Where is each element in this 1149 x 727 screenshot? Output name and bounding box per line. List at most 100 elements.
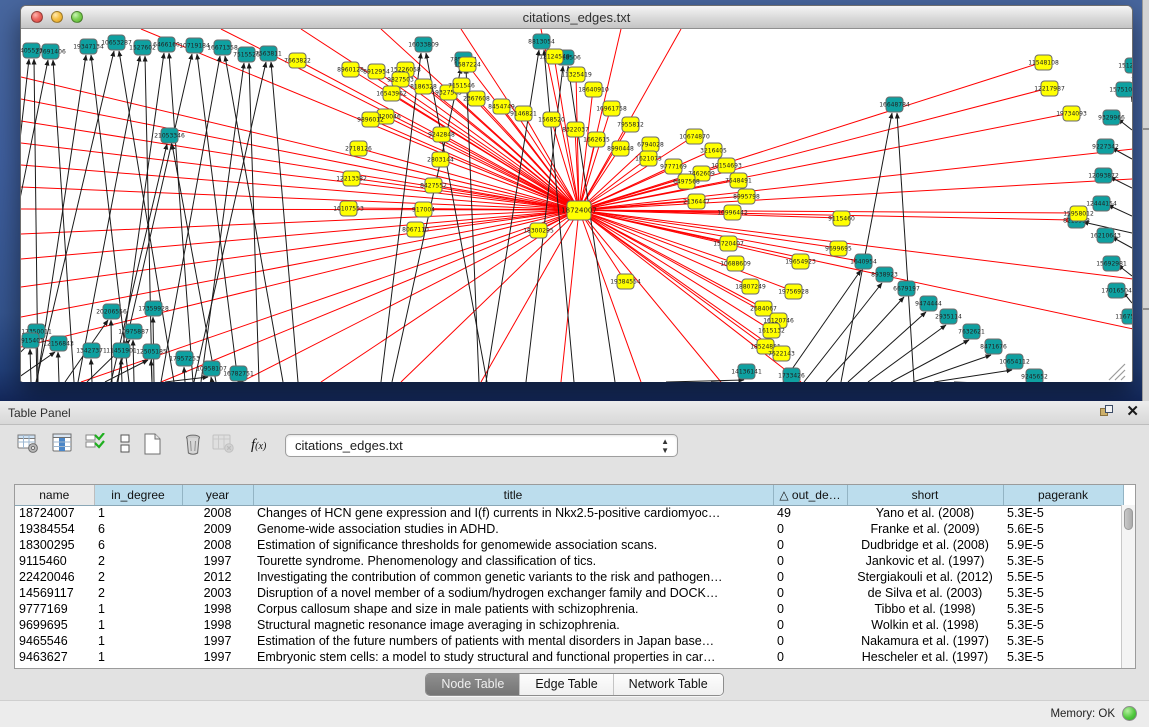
cell-title[interactable]: Investigating the contribution of common…: [253, 569, 773, 585]
column-header-in_degree[interactable]: in_degree: [94, 485, 182, 505]
graph-node[interactable]: 8471676: [980, 339, 1007, 354]
graph-node[interactable]: 12217987: [1034, 81, 1065, 96]
cell-pagerank[interactable]: 5.6E-5: [1003, 521, 1123, 537]
cell-pagerank[interactable]: 5.3E-5: [1003, 553, 1123, 569]
network-window-titlebar[interactable]: citations_edges.txt: [21, 6, 1132, 29]
graph-node[interactable]: 16107553: [333, 201, 364, 216]
table-row[interactable]: 1830029562008Estimation of significance …: [15, 537, 1123, 553]
row-height-icon[interactable]: [120, 433, 132, 460]
cell-short[interactable]: Tibbo et al. (1998): [847, 601, 1003, 617]
column-header-short[interactable]: short: [847, 485, 1003, 505]
new-column-icon[interactable]: [143, 433, 163, 461]
graph-node[interactable]: 1621075: [635, 151, 662, 166]
cell-in_degree[interactable]: 1: [94, 649, 182, 665]
graph-node[interactable]: 2718126: [345, 141, 372, 156]
cell-pagerank[interactable]: 5.9E-5: [1003, 537, 1123, 553]
cell-out_de[interactable]: 0: [773, 601, 847, 617]
graph-node[interactable]: 16648784: [879, 97, 910, 112]
graph-node[interactable]: 6679197: [893, 281, 920, 296]
cell-name[interactable]: 9465546: [15, 633, 94, 649]
graph-node[interactable]: 17359928: [138, 301, 169, 316]
graph-node[interactable]: 1662615: [583, 132, 610, 147]
cell-title[interactable]: Changes of HCN gene expression and I(f) …: [253, 505, 773, 521]
cell-title[interactable]: Embryonic stem cells: a model to study s…: [253, 649, 773, 665]
cell-in_degree[interactable]: 6: [94, 537, 182, 553]
graph-node[interactable]: 17957253: [169, 351, 200, 366]
table-vertical-scrollbar[interactable]: [1121, 505, 1135, 669]
graph-node[interactable]: 9245652: [1021, 369, 1048, 382]
graph-node[interactable]: 12156843: [43, 336, 74, 351]
table-selector-dropdown[interactable]: citations_edges.txt ▲▼: [285, 434, 678, 457]
graph-node[interactable]: 10674870: [679, 129, 710, 144]
table-row[interactable]: 1938455462009Genome-wide association stu…: [15, 521, 1123, 537]
graph-node[interactable]: 19756928: [778, 284, 809, 299]
float-panel-icon[interactable]: [1100, 405, 1114, 419]
cell-out_de[interactable]: 0: [773, 521, 847, 537]
graph-node[interactable]: 10719184: [179, 38, 210, 53]
graph-node[interactable]: 16782751: [223, 366, 254, 381]
tab-node-table[interactable]: Node Table: [426, 674, 519, 695]
graph-node[interactable]: 11675309: [1115, 309, 1132, 324]
graph-node[interactable]: 16033809: [408, 37, 439, 52]
column-header-name[interactable]: name: [15, 485, 94, 505]
tab-edge-table[interactable]: Edge Table: [519, 674, 612, 695]
cell-title[interactable]: Corpus callosum shape and size in male p…: [253, 601, 773, 617]
cell-title[interactable]: Disruption of a novel member of a sodium…: [253, 585, 773, 601]
graph-node[interactable]: 3216405: [700, 143, 727, 158]
cell-title[interactable]: Estimation of significance thresholds fo…: [253, 537, 773, 553]
graph-node[interactable]: 9474444: [915, 296, 942, 311]
column-visibility-icon[interactable]: [52, 433, 73, 459]
cell-year[interactable]: 2008: [182, 505, 253, 521]
graph-node[interactable]: 11451901: [106, 343, 137, 358]
graph-node[interactable]: 15751074: [1109, 82, 1132, 97]
cell-year[interactable]: 2003: [182, 585, 253, 601]
graph-node[interactable]: 19654923: [785, 254, 816, 269]
table-row[interactable]: 911546021997Tourette syndrome. Phenomeno…: [15, 553, 1123, 569]
cell-out_de[interactable]: 0: [773, 585, 847, 601]
graph-node[interactable]: 19384554: [610, 274, 641, 289]
cell-name[interactable]: 9115460: [15, 553, 94, 569]
cell-year[interactable]: 1997: [182, 649, 253, 665]
graph-node[interactable]: 1527602: [129, 40, 156, 55]
table-settings-icon[interactable]: [17, 433, 40, 459]
graph-node[interactable]: 6794028: [637, 137, 664, 152]
cell-pagerank[interactable]: 5.3E-5: [1003, 649, 1123, 665]
graph-node[interactable]: 19347134: [73, 39, 104, 54]
cell-name[interactable]: 22420046: [15, 569, 94, 585]
cell-short[interactable]: Dudbridge et al. (2008): [847, 537, 1003, 553]
cell-in_degree[interactable]: 1: [94, 601, 182, 617]
table-row[interactable]: 946554611997Estimation of the future num…: [15, 633, 1123, 649]
function-builder-icon[interactable]: f(x): [251, 437, 266, 454]
graph-node[interactable]: 9227342: [1092, 139, 1119, 154]
graph-node[interactable]: 10653287: [101, 35, 132, 50]
column-header-out_de[interactable]: △ out_de…: [773, 485, 847, 505]
cell-name[interactable]: 18300295: [15, 537, 94, 553]
cell-pagerank[interactable]: 5.3E-5: [1003, 617, 1123, 633]
graph-node[interactable]: 11325419: [561, 67, 592, 82]
cell-in_degree[interactable]: 1: [94, 505, 182, 521]
cell-in_degree[interactable]: 2: [94, 569, 182, 585]
graph-node[interactable]: 15720407: [713, 236, 744, 251]
graph-node[interactable]: 16210643: [1090, 228, 1121, 243]
column-header-year[interactable]: year: [182, 485, 253, 505]
cell-name[interactable]: 9463627: [15, 649, 94, 665]
cell-name[interactable]: 9699695: [15, 617, 94, 633]
row-select-icon[interactable]: [85, 433, 105, 459]
graph-node[interactable]: 19734093: [1056, 106, 1087, 121]
cell-title[interactable]: Structural magnetic resonance image aver…: [253, 617, 773, 633]
table-row[interactable]: 1456911722003Disruption of a novel membe…: [15, 585, 1123, 601]
table-row[interactable]: 946362711997Embryonic stem cells: a mode…: [15, 649, 1123, 665]
graph-node[interactable]: 12505185: [136, 344, 167, 359]
tab-network-table[interactable]: Network Table: [613, 674, 723, 695]
graph-node[interactable]: 10654112: [999, 354, 1030, 369]
graph-node[interactable]: 9329966: [1098, 110, 1125, 125]
cell-out_de[interactable]: 0: [773, 649, 847, 665]
cell-short[interactable]: Stergiakouli et al. (2012): [847, 569, 1003, 585]
cell-out_de[interactable]: 0: [773, 537, 847, 553]
cell-in_degree[interactable]: 1: [94, 617, 182, 633]
graph-node[interactable]: 8322037: [562, 122, 589, 137]
table-row[interactable]: 977716911998Corpus callosum shape and si…: [15, 601, 1123, 617]
cell-in_degree[interactable]: 6: [94, 521, 182, 537]
results-panel-edge[interactable]: [1142, 0, 1149, 401]
graph-node[interactable]: 17016504: [1101, 283, 1132, 298]
